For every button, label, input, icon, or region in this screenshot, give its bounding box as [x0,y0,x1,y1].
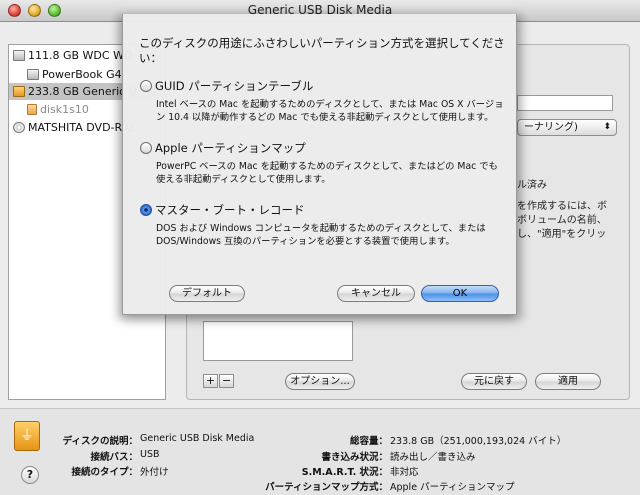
radio-button-icon[interactable] [140,142,152,154]
radio-guid-label: GUID パーティションテーブル [155,79,314,93]
capacity-value: 233.8 GB（251,000,193,024 バイト） [390,436,567,447]
radio-guid[interactable]: GUID パーティションテーブル [140,78,313,94]
remove-partition-button[interactable]: − [219,374,234,388]
description-label: ディスクの説明： [62,436,138,447]
radio-apple-label: Apple パーティションマップ [155,141,306,155]
revert-button[interactable]: 元に戻す [461,373,527,390]
usb-disk-icon [13,86,25,97]
connection-type-label: 接続のタイプ： [71,467,138,478]
bus-value: USB [140,449,160,460]
partition-layout-area[interactable] [203,321,353,361]
popup-arrows-icon: ⬍ [603,122,611,132]
volume-icon [27,69,39,80]
apply-button[interactable]: 適用 [535,373,601,390]
radio-apple-description: PowerPC ベースの Mac を起動するためのディスクとして、またはどの M… [156,161,498,185]
format-popup-label: ーナリング) [524,122,578,133]
partition-info-text-3: ボリュームの名前、 [517,215,607,226]
partition-scheme-sheet: このディスクの用途にふさわしいパーティション方式を選択してください： GUID … [122,14,517,315]
partition-info-text-2: を作成するには、ボ [517,201,607,212]
radio-mbr[interactable]: マスター・ブート・レコード [140,202,305,218]
help-button[interactable]: ? [21,466,39,484]
partition-icon [27,104,37,115]
smart-status-label: S.M.A.R.T. 状況： [301,467,388,478]
partition-map-label: パーティションマップ方式： [265,482,388,493]
sheet-prompt: このディスクの用途にふさわしいパーティション方式を選択してください： [139,36,505,65]
disk-info-area: ⏚ ? ディスクの説明： Generic USB Disk Media 接続バス… [0,408,640,495]
connection-type-value: 外付け [140,467,169,478]
volume-name-field[interactable] [517,95,613,111]
partition-item-label: disk1s10 [40,103,89,116]
radio-guid-description: Intel ベースの Mac を起動するためのディスクとして、または Mac O… [156,99,504,123]
description-value: Generic USB Disk Media [140,433,255,444]
write-status-label: 書き込み状況： [321,452,388,463]
dvd-drive-icon [13,122,25,133]
smart-status-value: 非対応 [390,467,419,478]
options-button[interactable]: オプション... [285,373,355,390]
hard-disk-icon [13,50,25,61]
bus-label: 接続バス： [90,452,138,463]
radio-apple[interactable]: Apple パーティションマップ [140,140,306,156]
write-status-value: 読み出し／書き込み [390,452,476,463]
usb-drive-icon: ⏚ [14,421,40,451]
radio-mbr-label: マスター・ブート・レコード [155,203,305,217]
ok-button[interactable]: OK [421,285,499,302]
radio-mbr-description: DOS および Windows コンピュータを起動するためのディスクとして、また… [156,223,486,247]
radio-button-icon[interactable] [140,80,152,92]
radio-button-selected-icon[interactable] [140,204,152,216]
add-partition-button[interactable]: + [203,374,218,388]
capacity-label: 総容量： [349,436,388,447]
format-popup[interactable]: ーナリング) ⬍ [517,119,617,136]
default-button[interactable]: デフォルト [169,285,245,302]
partition-info-text-4: し、"適用"をクリッ [517,229,607,240]
partition-map-value: Apple パーティションマップ [390,482,515,493]
cancel-button[interactable]: キャンセル [337,285,415,302]
volume-item-label: PowerBook G4 [42,68,122,81]
